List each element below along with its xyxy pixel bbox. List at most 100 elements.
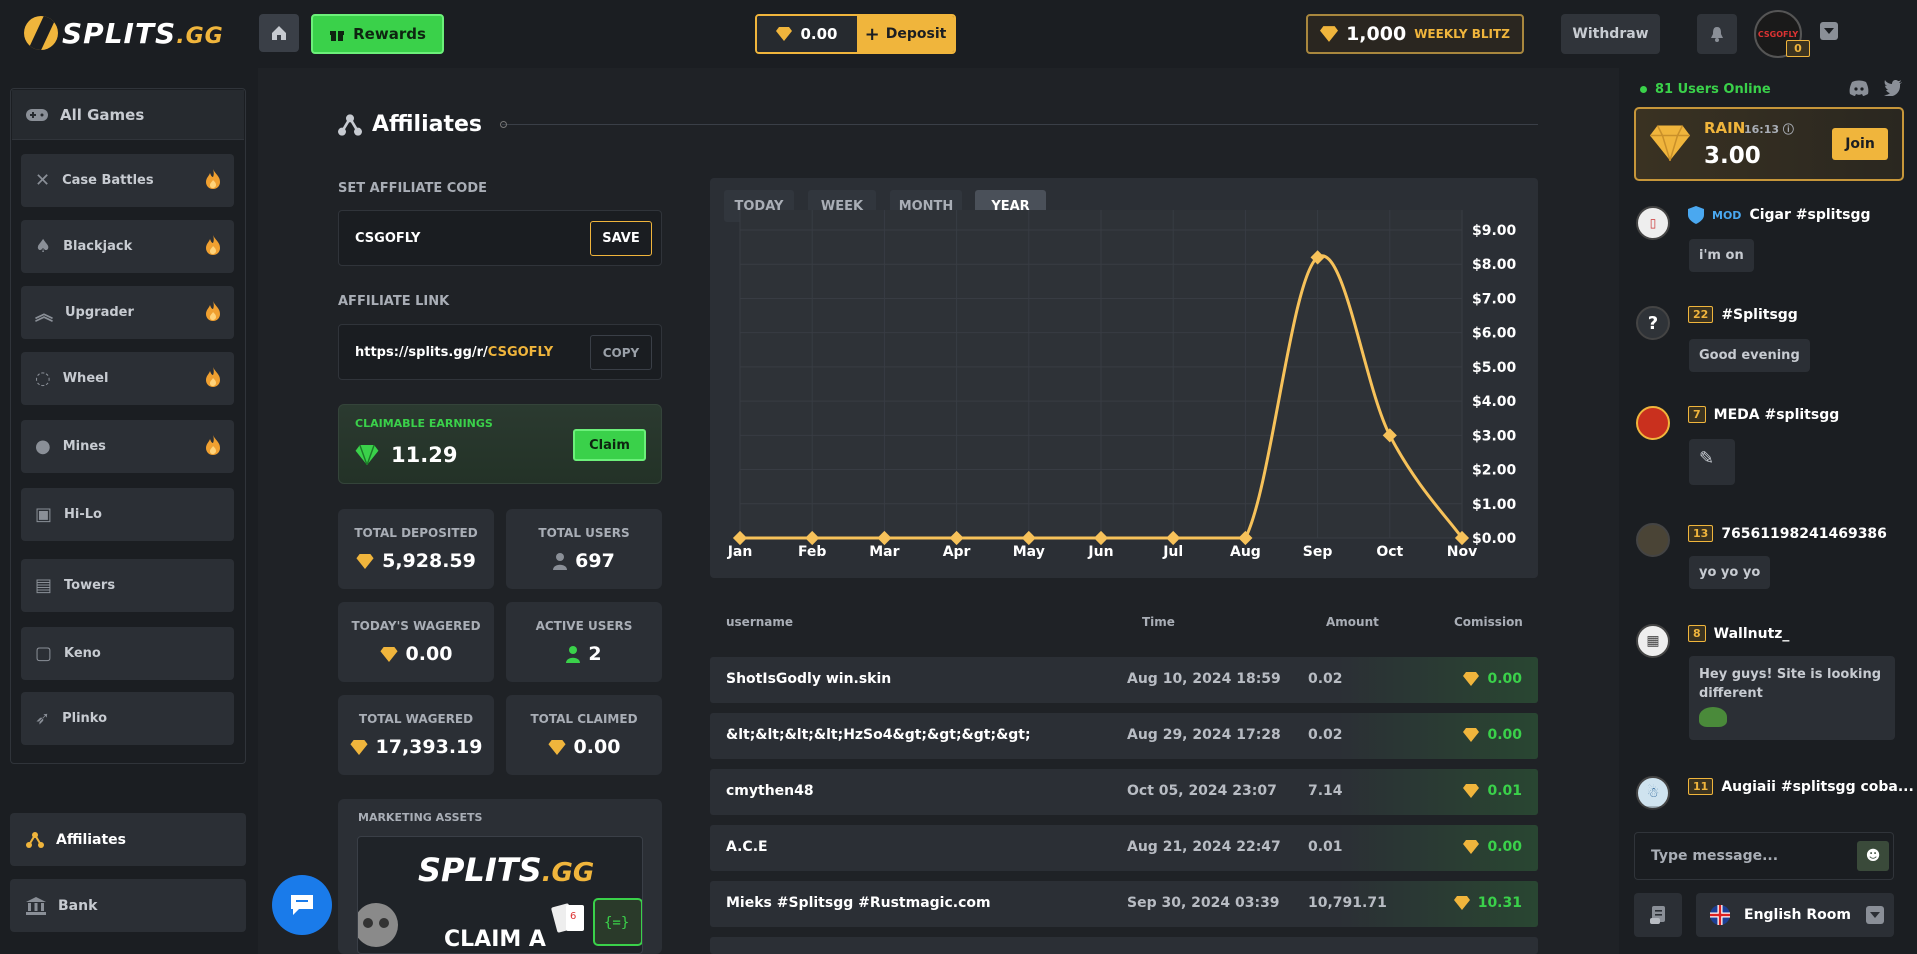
x-tick-label: Apr	[943, 544, 971, 560]
marketing-assets-card: MARKETING ASSETS SPLITS.GG CLAIM A 6 {=}	[338, 799, 662, 954]
info-icon: ⓘ	[1782, 123, 1794, 136]
deposit-button[interactable]: + Deposit	[857, 16, 954, 52]
copy-button[interactable]: COPY	[590, 335, 652, 370]
gem-icon	[547, 739, 566, 755]
save-button[interactable]: SAVE	[590, 221, 652, 256]
sidebar-item-label: Affiliates	[56, 831, 127, 848]
x-tick-label: May	[1013, 544, 1045, 560]
room-selector[interactable]: English Room	[1696, 893, 1894, 937]
banner-claim-text: CLAIM A	[444, 927, 546, 952]
y-tick-label: $5.00	[1472, 360, 1517, 376]
all-games-header[interactable]: All Games	[12, 90, 244, 140]
twitter-icon[interactable]	[1884, 80, 1902, 96]
hilo-icon: ▣	[35, 504, 53, 525]
affiliate-link-prefix: https://splits.gg/r/	[355, 344, 488, 360]
sidebar-item-label: Blackjack	[63, 239, 133, 254]
balance-display: 0.00	[757, 16, 857, 52]
y-tick-label: $0.00	[1472, 531, 1517, 547]
sidebar-item-keno[interactable]: ▢ Keno	[21, 627, 234, 680]
avatar[interactable]: ▦	[1636, 624, 1670, 658]
gem-icon	[1320, 26, 1339, 42]
home-button[interactable]	[259, 14, 299, 52]
x-tick-label: Mar	[869, 544, 899, 560]
chat-input-placeholder: Type message...	[1651, 848, 1779, 864]
user-icon	[566, 646, 581, 663]
logo[interactable]: SPLITS.GG	[24, 13, 224, 53]
notifications-button[interactable]	[1697, 14, 1737, 54]
brand-tld: .GG	[176, 23, 224, 49]
sidebar-item-label: Upgrader	[65, 305, 134, 320]
withdraw-button[interactable]: Withdraw	[1561, 14, 1660, 54]
flame-icon	[206, 301, 220, 325]
chat-username[interactable]: 13 76561198241469386	[1688, 525, 1887, 542]
x-tick-label: Feb	[798, 544, 827, 560]
page-title-text: Affiliates	[372, 112, 483, 137]
column-header-commission: Comission	[1454, 615, 1523, 629]
avatar[interactable]	[1636, 406, 1670, 440]
avatar[interactable]: ?	[1636, 306, 1670, 340]
sidebar-item-case-battles[interactable]: ✕ Case Battles	[21, 154, 234, 207]
avatar[interactable]: ☃	[1636, 776, 1670, 810]
support-chat-button[interactable]	[272, 875, 332, 935]
stat-total-users: TOTAL USERS 697	[506, 509, 662, 589]
rewards-button[interactable]: Rewards	[311, 14, 444, 54]
chat-input[interactable]: Type message...	[1634, 832, 1894, 880]
user-icon	[553, 553, 568, 570]
affiliate-code-value: CSGOFLY	[355, 230, 421, 246]
banner-tld: .GG	[541, 858, 595, 888]
join-rain-button[interactable]: Join	[1832, 128, 1888, 160]
sidebar-item-plinko[interactable]: ➶ Plinko	[21, 692, 234, 745]
x-tick-label: Nov	[1447, 544, 1477, 560]
y-tick-label: $8.00	[1472, 257, 1517, 273]
mine-icon: ●	[35, 436, 51, 457]
chat-username[interactable]: MOD Cigar #splitsgg	[1688, 206, 1871, 224]
chat-username[interactable]: 22 #Splitsgg	[1688, 306, 1798, 323]
x-tick-label: Sep	[1303, 544, 1333, 560]
sidebar-item-towers[interactable]: ▤ Towers	[21, 559, 234, 612]
sidebar-item-hi-lo[interactable]: ▣ Hi-Lo	[21, 488, 234, 541]
chat-username[interactable]: 7 MEDA #splitsgg	[1688, 406, 1839, 423]
level-badge: 11	[1688, 778, 1714, 795]
set-code-label: SET AFFILIATE CODE	[338, 181, 488, 196]
bank-icon	[26, 896, 46, 915]
sidebar-item-affiliates[interactable]: Affiliates	[10, 813, 246, 866]
green-gem-icon	[355, 445, 379, 465]
sidebar-item-label: Hi-Lo	[64, 507, 102, 522]
stat-total-wagered: TOTAL WAGERED 17,393.19	[338, 695, 494, 775]
chat-username[interactable]: 8 Wallnutz_	[1688, 625, 1789, 642]
profile-dropdown-button[interactable]	[1820, 22, 1838, 40]
gem-icon	[1453, 896, 1470, 910]
weekly-blitz-button[interactable]: 1,000 WEEKLY BLITZ	[1306, 14, 1524, 54]
sidebar-item-label: Towers	[64, 578, 116, 593]
avatar[interactable]	[1636, 523, 1670, 557]
weekly-amount: 1,000	[1346, 23, 1407, 45]
flame-icon	[206, 169, 220, 193]
cards-icon: 6	[551, 903, 584, 933]
sidebar-item-mines[interactable]: ● Mines	[21, 420, 234, 473]
users-online: 81 Users Online	[1640, 82, 1771, 97]
brand-name: SPLITS	[62, 16, 177, 50]
gem-icon	[1463, 784, 1480, 798]
flame-icon	[206, 235, 220, 259]
discord-icon[interactable]	[1849, 80, 1869, 96]
level-badge: 8	[1688, 625, 1706, 642]
sidebar-item-bank[interactable]: Bank	[10, 879, 246, 932]
marketing-banner[interactable]: SPLITS.GG CLAIM A 6 {=}	[357, 836, 643, 954]
earnings-line-chart: $0.00 $1.00 $2.00 $3.00 $4.00 $5.00 $6.00 $7.00…	[727, 210, 1517, 560]
claim-button[interactable]: Claim	[573, 429, 646, 461]
sidebar-item-blackjack[interactable]: ♠ Blackjack	[21, 220, 234, 273]
column-header-amount: Amount	[1326, 615, 1379, 629]
sidebar-item-wheel[interactable]: ◌ Wheel	[21, 352, 234, 405]
chat-username[interactable]: 11 Augiaii #splitsgg coba...	[1688, 778, 1914, 795]
stat-active-users: ACTIVE USERS 2	[506, 602, 662, 682]
sidebar-item-upgrader[interactable]: ︽ Upgrader	[21, 286, 234, 339]
table-row: cmythen48 Oct 05, 2024 23:07 7.14 0.01	[710, 769, 1538, 815]
rules-button[interactable]	[1634, 893, 1682, 937]
mod-badge: MOD	[1712, 208, 1742, 222]
marketing-label: MARKETING ASSETS	[358, 811, 483, 824]
avatar[interactable]: ▯	[1636, 206, 1670, 240]
column-header-time: Time	[1142, 615, 1175, 629]
chat-panel	[1619, 68, 1917, 954]
user-level-badge: 0	[1786, 40, 1810, 57]
emoji-button[interactable]: ☻	[1857, 841, 1889, 871]
